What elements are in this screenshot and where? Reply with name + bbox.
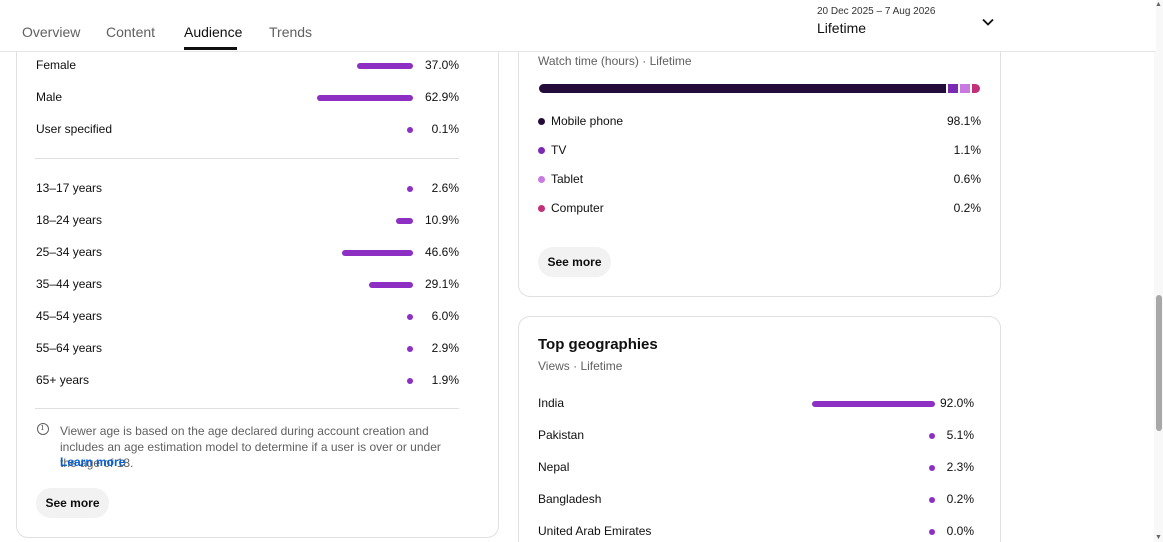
tab-trends[interactable]: Trends — [269, 24, 312, 40]
age-row-label: 13–17 years — [36, 181, 103, 195]
device-row-value: 98.1% — [946, 114, 981, 128]
geo-row: Pakistan 5.1% — [538, 428, 974, 444]
scrollbar-thumb[interactable] — [1156, 295, 1162, 431]
age-row: 18–24 years 10.9% — [36, 213, 459, 229]
age-row: 65+ years 1.9% — [36, 373, 459, 389]
info-icon — [37, 423, 49, 435]
age-row-label: 35–44 years — [36, 277, 103, 291]
divider — [35, 408, 459, 409]
device-row-label: Computer — [551, 201, 604, 215]
age-row: 45–54 years 6.0% — [36, 309, 459, 325]
device-row: Computer 0.2% — [538, 201, 981, 217]
geo-row-bar — [929, 529, 935, 535]
analytics-header: Overview Content Audience Trends 20 Dec … — [0, 0, 1156, 52]
geo-row-label: Bangladesh — [538, 492, 602, 506]
gender-row: Male 62.9% — [36, 90, 459, 106]
see-more-button[interactable]: See more — [36, 488, 109, 518]
legend-dot — [538, 205, 545, 212]
age-row: 25–34 years 46.6% — [36, 245, 459, 261]
gender-row-label: Male — [36, 90, 63, 104]
tab-content[interactable]: Content — [106, 24, 155, 40]
age-row-bar — [407, 314, 413, 320]
geo-row-bar — [811, 401, 935, 407]
geo-subtitle: Views · Lifetime — [538, 359, 623, 373]
age-row: 55–64 years 2.9% — [36, 341, 459, 357]
gender-row: Female 37.0% — [36, 58, 459, 74]
device-stacked-bar — [539, 84, 980, 93]
device-row-label: Tablet — [551, 172, 584, 186]
device-row-value: 0.2% — [953, 201, 981, 215]
chevron-down-icon[interactable] — [980, 14, 996, 30]
device-row: Tablet 0.6% — [538, 172, 981, 188]
gender-row-bar — [317, 95, 413, 101]
tab-audience[interactable]: Audience — [184, 24, 242, 40]
gender-row-label: User specified — [36, 122, 113, 136]
geo-row-label: United Arab Emirates — [538, 524, 652, 538]
age-row-bar — [368, 282, 413, 288]
geo-row: United Arab Emirates 0.0% — [538, 524, 974, 540]
age-row-bar — [407, 378, 413, 384]
legend-dot — [538, 118, 545, 125]
geo-row-label: India — [538, 396, 565, 410]
device-row: TV 1.1% — [538, 143, 981, 159]
gender-row-bar — [407, 127, 413, 133]
geo-row-label: Pakistan — [538, 428, 585, 442]
geo-row: India 92.0% — [538, 396, 974, 412]
period-selector[interactable]: Lifetime — [817, 20, 866, 36]
gender-row: User specified 0.1% — [36, 122, 459, 138]
geo-title: Top geographies — [538, 336, 658, 353]
active-tab-indicator — [184, 47, 237, 50]
date-range-label[interactable]: 20 Dec 2025 – 7 Aug 2026 — [817, 6, 935, 17]
age-row-label: 45–54 years — [36, 309, 103, 323]
geo-row: Nepal 2.3% — [538, 460, 974, 476]
learn-more-link[interactable]: Learn more — [60, 455, 125, 469]
age-row-label: 65+ years — [36, 373, 90, 387]
age-row-bar — [407, 186, 413, 192]
legend-dot — [538, 176, 545, 183]
age-row: 13–17 years 2.6% — [36, 181, 459, 197]
device-row-value: 1.1% — [953, 143, 981, 157]
scroll-down-arrow[interactable]: ▼ — [1154, 533, 1163, 542]
device-row: Mobile phone 98.1% — [538, 114, 981, 130]
divider — [35, 158, 459, 159]
device-segment — [948, 84, 958, 93]
scrollbar-track[interactable] — [1154, 0, 1163, 542]
device-segment — [960, 84, 970, 93]
gender-row-label: Female — [36, 58, 77, 72]
age-row-bar — [396, 218, 413, 224]
geo-row-bar — [929, 497, 935, 503]
geo-row-value: 0.2% — [946, 492, 974, 506]
device-segment — [539, 84, 946, 93]
geo-row-value: 2.3% — [946, 460, 974, 474]
age-row-bar — [341, 250, 413, 256]
tab-overview[interactable]: Overview — [22, 24, 80, 40]
geo-row: Bangladesh 0.2% — [538, 492, 974, 508]
age-row-label: 18–24 years — [36, 213, 103, 227]
age-row-label: 55–64 years — [36, 341, 103, 355]
geo-row-bar — [929, 433, 935, 439]
device-subtitle: Watch time (hours) · Lifetime — [538, 54, 692, 68]
geo-row-label: Nepal — [538, 460, 570, 474]
see-more-button[interactable]: See more — [538, 247, 611, 277]
geo-row-bar — [929, 465, 935, 471]
gender-row-bar — [356, 63, 413, 69]
geo-row-value: 0.0% — [946, 524, 974, 538]
age-row-bar — [407, 346, 413, 352]
device-row-label: TV — [551, 143, 567, 157]
age-row-label: 25–34 years — [36, 245, 103, 259]
device-row-label: Mobile phone — [551, 114, 624, 128]
device-row-value: 0.6% — [953, 172, 981, 186]
legend-dot — [538, 147, 545, 154]
age-row: 35–44 years 29.1% — [36, 277, 459, 293]
geo-row-value: 5.1% — [946, 428, 974, 442]
